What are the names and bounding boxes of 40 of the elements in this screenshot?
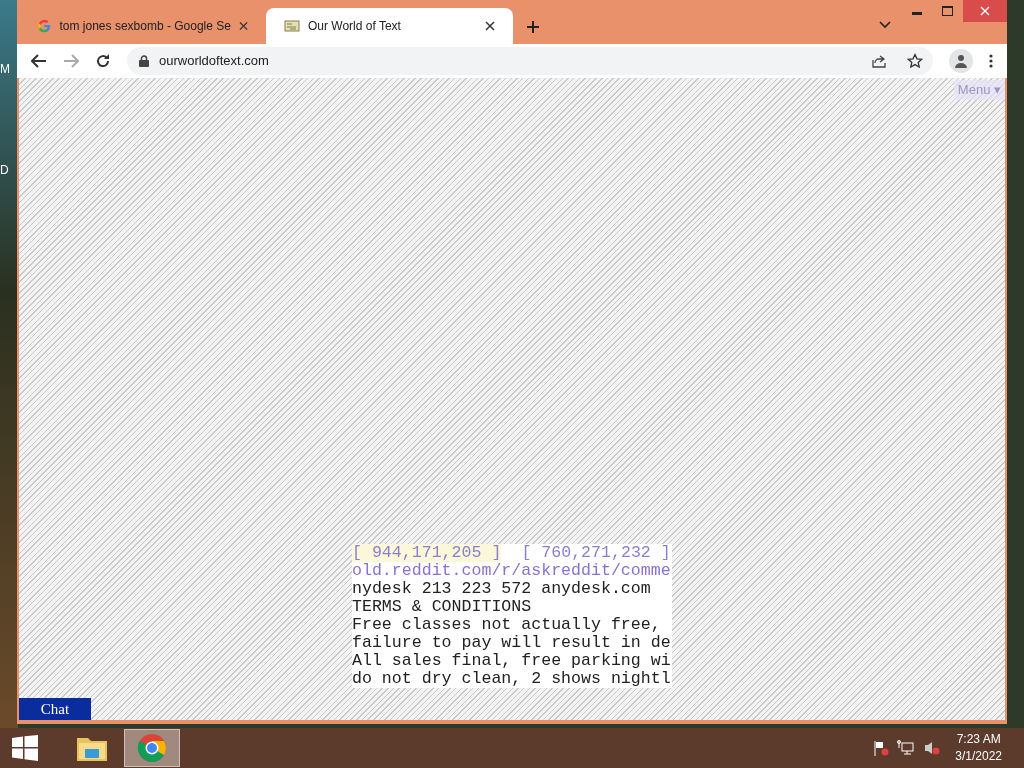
- browser-tab[interactable]: Our World of Text: [266, 8, 513, 44]
- google-icon: [37, 18, 52, 34]
- tab-title: Our World of Text: [308, 18, 402, 35]
- chevron-down-icon[interactable]: [879, 21, 891, 29]
- url-text: ourworldoftext.com: [159, 52, 270, 71]
- share-icon[interactable]: [871, 54, 887, 68]
- text-line: nydesk 213 223 572 anydesk.com: [352, 580, 652, 598]
- chrome-icon: [137, 733, 167, 763]
- chat-button[interactable]: Chat: [19, 698, 91, 720]
- reload-icon[interactable]: [95, 53, 111, 69]
- windows-start-icon[interactable]: [12, 735, 38, 761]
- text-line: Free classes not actually free,: [352, 616, 662, 634]
- browser-tab[interactable]: tom jones sexbomb - Google Se: [19, 8, 266, 44]
- star-icon[interactable]: [907, 53, 923, 69]
- person-icon: [954, 54, 968, 68]
- new-tab-icon[interactable]: [526, 20, 540, 34]
- lock-icon: [139, 55, 149, 67]
- maximize-icon[interactable]: [942, 6, 953, 16]
- text-line: TERMS & CONDITIONS: [352, 598, 533, 616]
- profile-button[interactable]: [949, 49, 973, 73]
- desktop-icon-label: D: [0, 163, 9, 177]
- coordinate-label: [ 944,171,205 ]: [352, 544, 502, 562]
- address-bar[interactable]: ourworldoftext.com: [127, 47, 933, 75]
- network-icon[interactable]: [897, 740, 916, 756]
- text-line: All sales final, free parking wi: [352, 652, 672, 670]
- text-line: failure to pay will result in de: [352, 634, 672, 652]
- back-icon[interactable]: [31, 54, 47, 68]
- muted-speaker-icon[interactable]: [923, 740, 942, 756]
- desktop-icon-label: M: [0, 62, 10, 76]
- text-line: do not dry clean, 2 shows nightl: [352, 670, 672, 688]
- link[interactable]: old.reddit.com/r/askreddit/comme: [352, 561, 671, 580]
- close-icon[interactable]: [485, 21, 495, 31]
- clock-date[interactable]: 3/1/2022: [955, 748, 1002, 765]
- close-icon: [980, 6, 990, 16]
- coordinate-label: [ 760,271,232 ]: [521, 544, 671, 562]
- tab-title: tom jones sexbomb - Google Se: [59, 18, 231, 35]
- map-icon: [284, 19, 300, 33]
- more-icon[interactable]: [989, 54, 993, 68]
- clock-time[interactable]: 7:23 AM: [956, 731, 1001, 748]
- flag-icon[interactable]: [873, 740, 890, 756]
